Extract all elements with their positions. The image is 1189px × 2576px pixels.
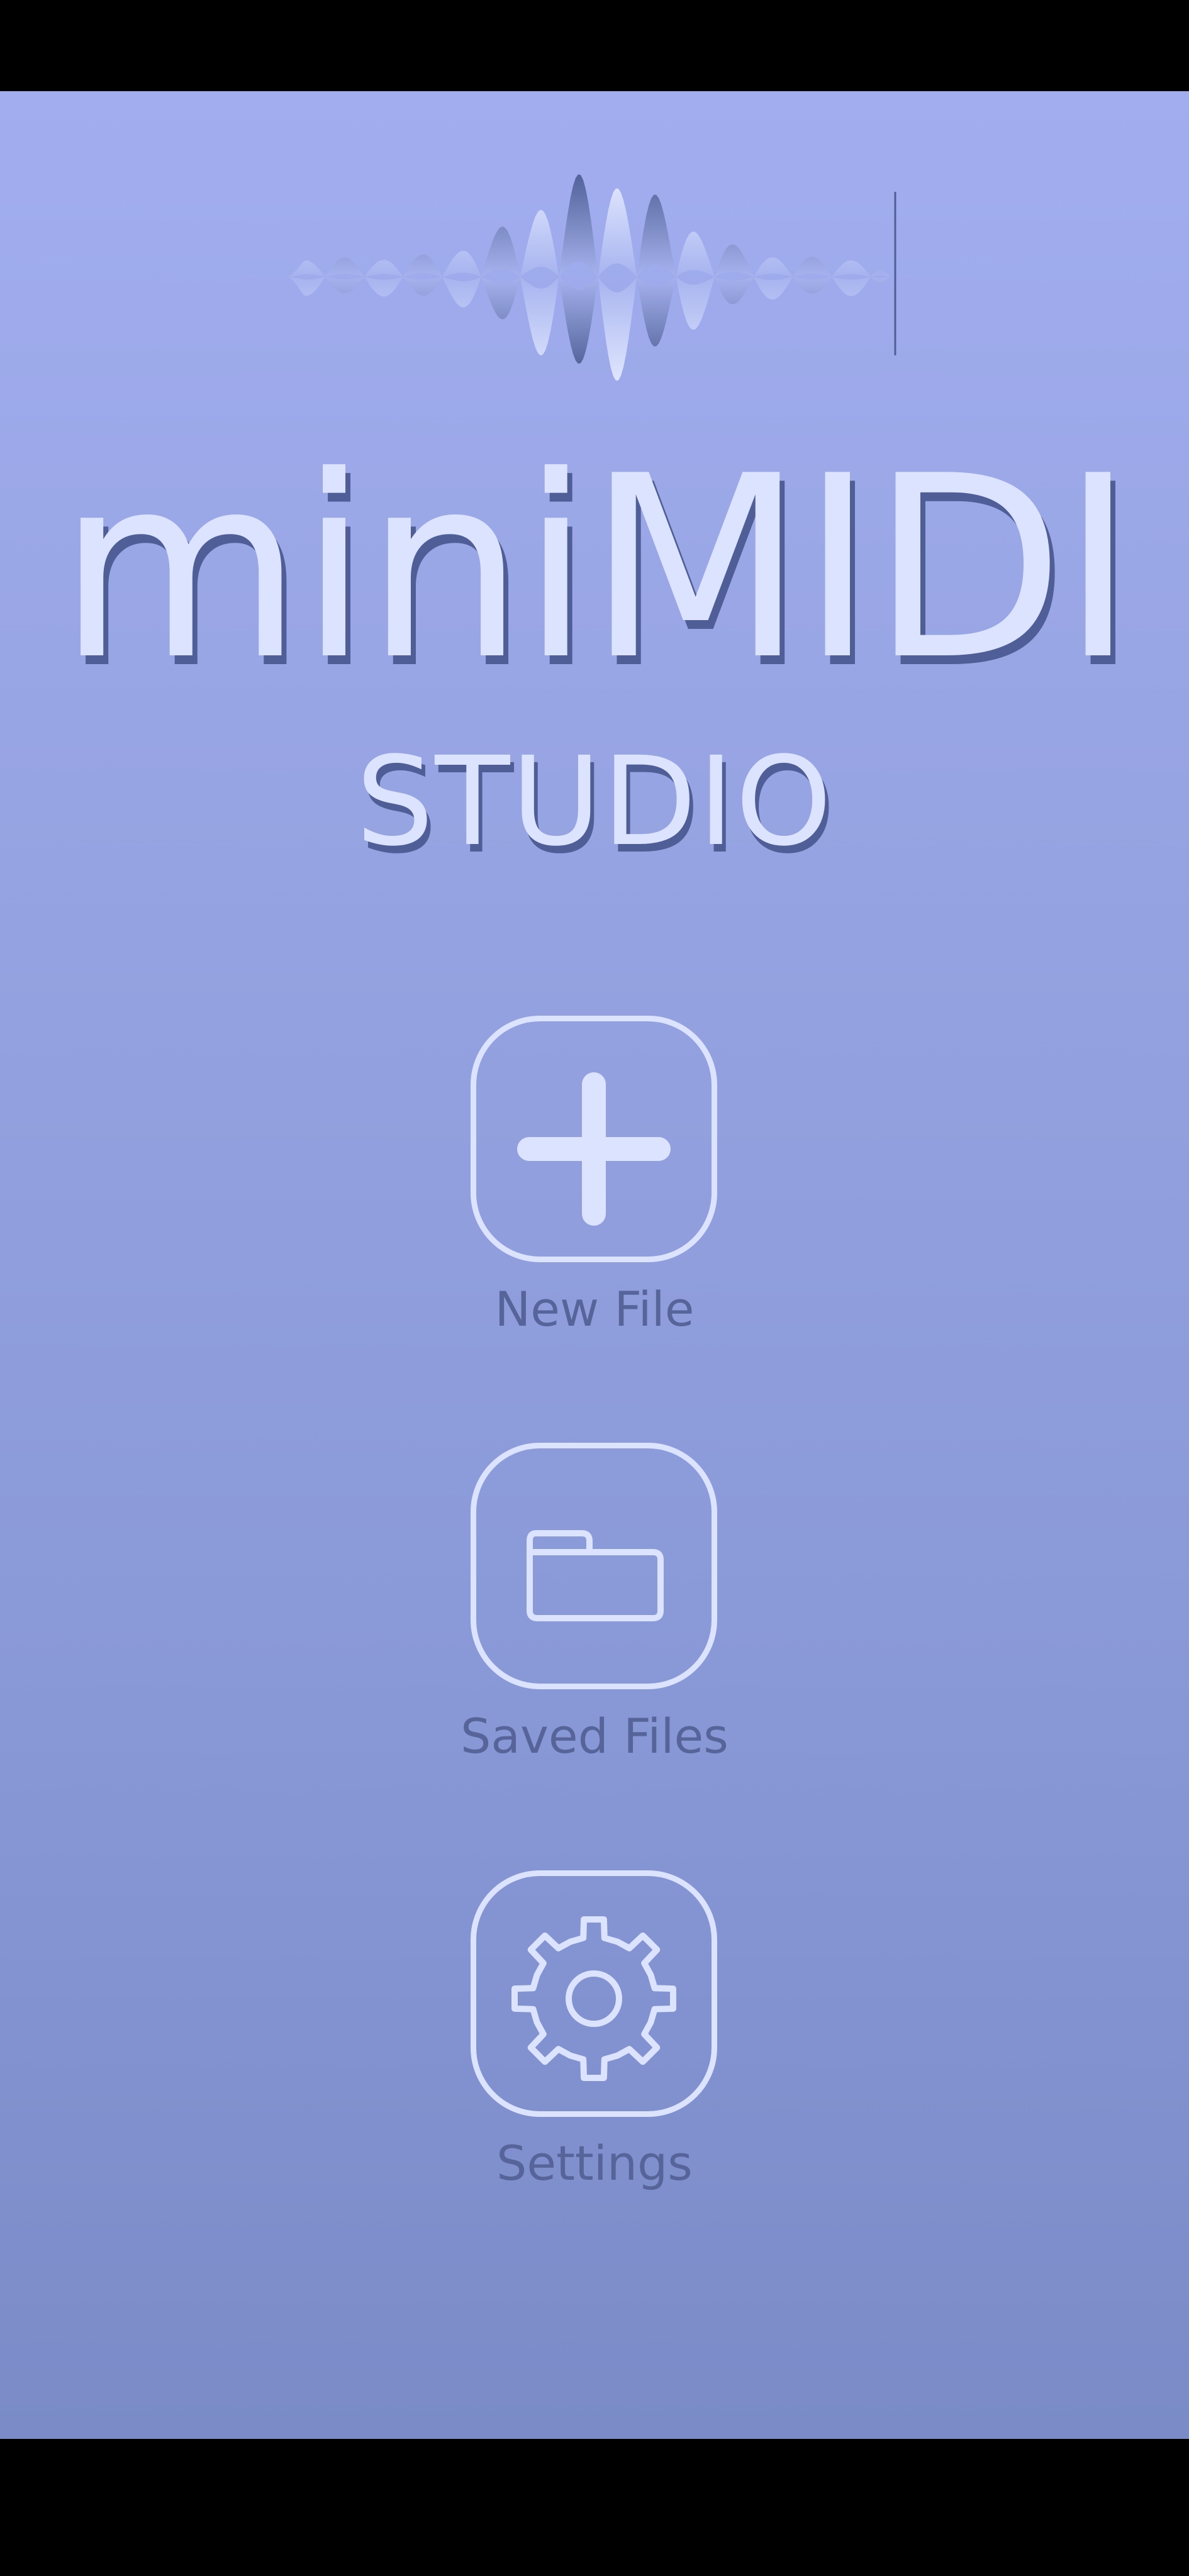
folder-icon [527, 1530, 664, 1621]
top-letterbox [0, 0, 1189, 91]
home-screen: miniMIDI STUDIO New File Saved Files Set… [0, 91, 1189, 2439]
new-file-label[interactable]: New File [0, 1281, 1189, 1338]
plus-icon [517, 1072, 671, 1226]
app-subtitle: STUDIO [355, 730, 834, 873]
bottom-letterbox [0, 2439, 1189, 2576]
new-file-button[interactable] [471, 1016, 717, 1262]
app-title: miniMIDI [57, 423, 1136, 715]
saved-files-label[interactable]: Saved Files [0, 1708, 1189, 1765]
gear-icon [511, 1916, 676, 2081]
saved-files-button[interactable] [471, 1443, 717, 1689]
settings-label[interactable]: Settings [0, 2135, 1189, 2192]
waveform-logo-icon [286, 174, 896, 381]
settings-button[interactable] [471, 1870, 717, 2117]
